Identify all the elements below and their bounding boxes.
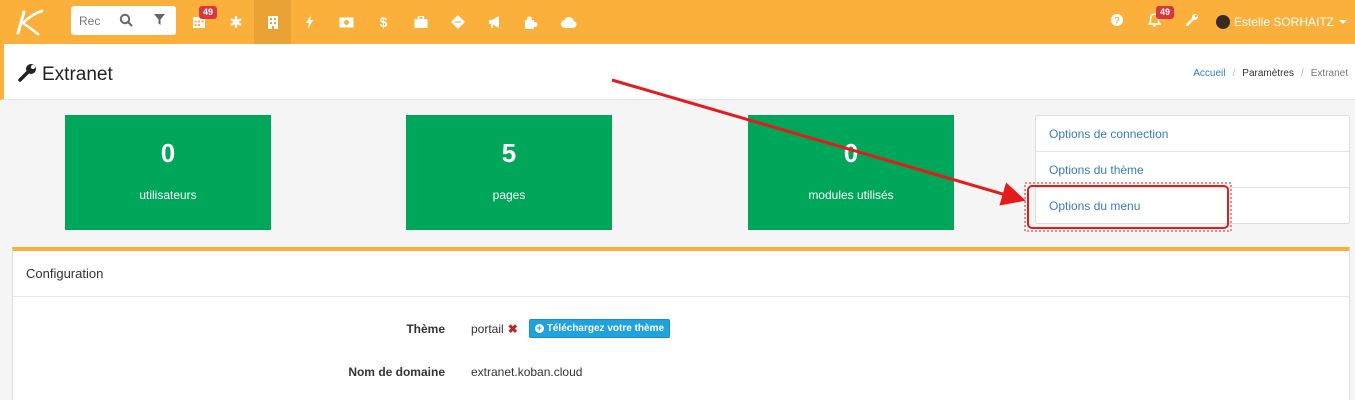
remove-theme-icon[interactable]: ✖: [508, 322, 518, 336]
theme-value: portail: [471, 321, 504, 336]
nav-megaphone[interactable]: [476, 0, 513, 44]
asterisk-icon: [230, 16, 242, 28]
koban-logo[interactable]: [0, 0, 58, 44]
user-nav: ? 49 Estelle SORHAITZ: [1098, 0, 1355, 44]
ticket-icon: [450, 15, 465, 29]
stat-tile-users: 0 utilisateurs: [65, 115, 271, 230]
help-button[interactable]: ?: [1098, 0, 1136, 44]
breadcrumb-current: Extranet: [1310, 68, 1348, 79]
options-list: Options de connection Options du thème O…: [1035, 115, 1350, 224]
stat-label: modules utilisés: [808, 188, 894, 202]
stat-value: 0: [160, 138, 176, 168]
breadcrumb: Accueil / Paramètres / Extranet: [1193, 68, 1348, 79]
panel-title: Configuration: [13, 251, 1349, 297]
configuration-panel: Configuration Thème portail ✖ + Téléchar…: [12, 247, 1350, 400]
page-title-text: Extranet: [42, 64, 113, 85]
stat-label: utilisateurs: [139, 188, 197, 202]
stat-value: 0: [843, 138, 859, 168]
briefcase-icon: [414, 16, 428, 28]
nav-briefcase[interactable]: [402, 0, 439, 44]
money-icon: [339, 17, 354, 28]
bolt-icon: [305, 15, 314, 29]
theme-row: Thème portail ✖ + Téléchargez votre thèm…: [13, 319, 671, 338]
nav-puzzle[interactable]: [513, 0, 550, 44]
svg-text:?: ?: [1114, 16, 1120, 26]
plus-circle-icon: +: [534, 323, 544, 333]
wrench-icon: [18, 62, 42, 88]
calendar-badge: 49: [199, 6, 218, 19]
domain-value: extranet.koban.cloud: [471, 365, 583, 379]
option-connection-link[interactable]: Options de connection: [1036, 116, 1349, 152]
question-icon: ?: [1110, 13, 1123, 31]
module-nav: 49 $: [180, 0, 587, 44]
theme-label: Thème: [406, 321, 445, 336]
stat-label: pages: [492, 188, 526, 202]
option-menu-link[interactable]: Options du menu: [1036, 188, 1349, 224]
dollar-icon: $: [379, 14, 388, 30]
nav-building[interactable]: [254, 0, 291, 44]
stat-value: 5: [501, 138, 517, 168]
nav-calendar[interactable]: 49: [180, 0, 218, 44]
breadcrumb-separator: /: [1300, 68, 1304, 79]
upload-theme-button[interactable]: + Téléchargez votre thème: [528, 319, 671, 338]
search-box: [71, 6, 176, 35]
puzzle-icon: [525, 16, 538, 29]
nav-money[interactable]: [328, 0, 365, 44]
page-header: Extranet Accueil / Paramètres / Extranet: [0, 44, 1355, 100]
stat-tile-pages: 5 pages: [406, 115, 612, 230]
search-icon[interactable]: [119, 13, 133, 32]
domain-label: Nom de domaine: [348, 365, 445, 379]
nav-cloud[interactable]: [550, 0, 587, 44]
nav-dollar[interactable]: $: [365, 0, 402, 44]
user-menu[interactable]: Estelle SORHAITZ: [1212, 0, 1355, 44]
settings-wrench-button[interactable]: [1174, 0, 1212, 44]
user-name: Estelle SORHAITZ: [1233, 15, 1334, 29]
nav-ticket[interactable]: [439, 0, 476, 44]
top-navbar: 49 $ ?: [0, 0, 1355, 44]
notifications-badge: 49: [1155, 6, 1174, 19]
chevron-down-icon: [1339, 20, 1347, 24]
cloud-icon: [560, 16, 577, 28]
theme-value-group: portail ✖ + Téléchargez votre thème: [471, 319, 671, 338]
breadcrumb-separator: /: [1232, 68, 1236, 79]
breadcrumb-home[interactable]: Accueil: [1193, 68, 1225, 79]
wrench-icon: [1186, 13, 1199, 31]
notifications-button[interactable]: 49: [1136, 0, 1174, 44]
nav-asterisk[interactable]: [217, 0, 254, 44]
avatar: [1215, 15, 1230, 29]
upload-theme-label: Téléchargez votre thème: [546, 323, 665, 334]
search-input[interactable]: [79, 9, 111, 32]
filter-icon[interactable]: [153, 13, 166, 31]
page-title: Extranet: [18, 62, 113, 88]
domain-row: Nom de domaine extranet.koban.cloud: [13, 365, 582, 379]
building-icon: [267, 15, 279, 29]
megaphone-icon: [488, 16, 502, 28]
breadcrumb-settings[interactable]: Paramètres: [1242, 68, 1294, 79]
nav-bolt[interactable]: [291, 0, 328, 44]
stat-tile-modules: 0 modules utilisés: [748, 115, 954, 230]
option-theme-link[interactable]: Options du thème: [1036, 152, 1349, 188]
